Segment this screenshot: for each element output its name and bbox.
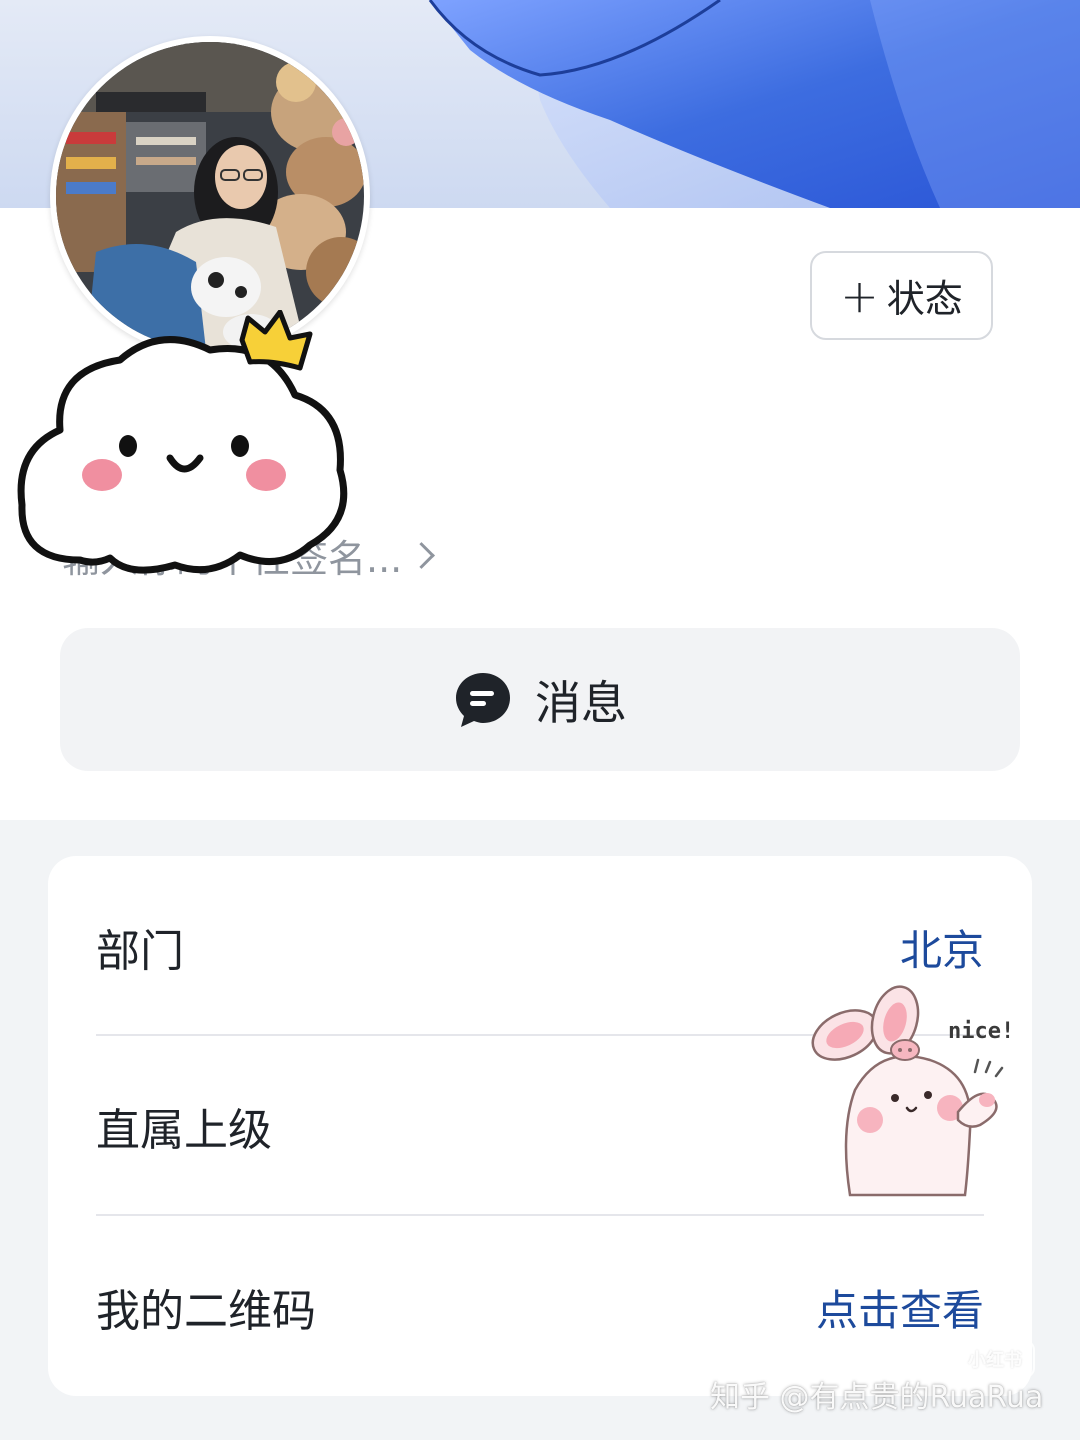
avatar[interactable] bbox=[50, 36, 370, 356]
my-qr-code-label: 我的二维码 bbox=[96, 1286, 316, 1337]
add-status-label: 状态 bbox=[886, 277, 963, 321]
author-watermark: 知乎 @有点贵的RuaRua bbox=[710, 1380, 1044, 1415]
view-qr-code-link[interactable]: 点击查看 bbox=[816, 1277, 984, 1338]
avatar-photo bbox=[56, 42, 364, 350]
row-divider bbox=[96, 1214, 984, 1216]
my-qr-code-row[interactable]: 我的二维码 点击查看 bbox=[96, 1218, 984, 1396]
message-button-label: 消息 bbox=[535, 675, 627, 730]
message-button[interactable]: 消息 bbox=[60, 628, 1020, 771]
department-value: 北京 bbox=[899, 925, 984, 975]
bunny-sticker-text: nice! bbox=[948, 1019, 1014, 1044]
department-label: 部门 bbox=[96, 926, 184, 977]
plus-icon: + bbox=[840, 268, 879, 323]
add-status-button[interactable]: + 状态 bbox=[810, 251, 993, 340]
chat-bubble-icon bbox=[456, 672, 510, 727]
cloud-sticker bbox=[10, 309, 355, 580]
chevron-right-icon bbox=[408, 542, 436, 569]
direct-supervisor-label: 直属上级 bbox=[96, 1105, 272, 1156]
bunny-sticker: nice! bbox=[800, 980, 1030, 1200]
